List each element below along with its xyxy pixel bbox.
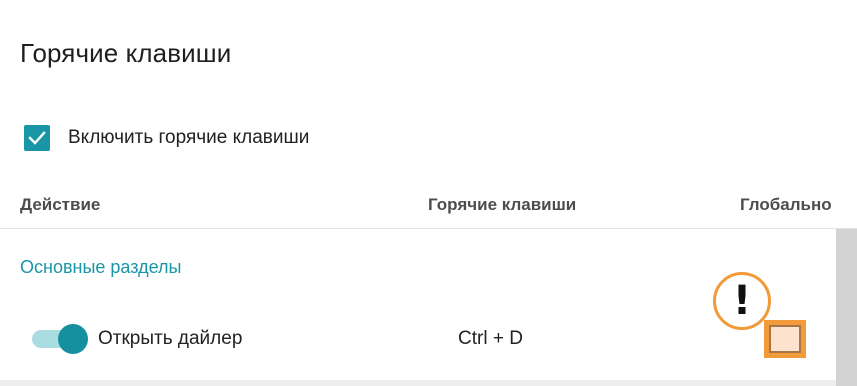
enable-hotkeys-label: Включить горячие клавиши [68, 127, 310, 148]
exclamation-mark: ! [732, 278, 752, 324]
toggle-thumb [58, 324, 88, 354]
scrollbar-thumb[interactable] [836, 229, 857, 386]
check-icon [28, 131, 46, 145]
hotkey-row-open-dialer: Открыть дайлер Ctrl + D ! [0, 272, 836, 380]
section-title-main: Основные разделы [20, 257, 182, 277]
enable-hotkeys-row[interactable]: Включить горячие клавиши [24, 124, 309, 152]
column-header-action: Действие [20, 195, 101, 214]
enable-hotkeys-checkbox[interactable] [24, 125, 50, 151]
open-dialer-toggle[interactable] [32, 324, 88, 354]
hotkey-action-label: Открыть дайлер [98, 328, 243, 349]
scrollbar-track[interactable] [836, 229, 857, 386]
next-row-band [0, 380, 836, 386]
warning-callout-icon: ! [713, 272, 771, 330]
hotkey-keys-value[interactable]: Ctrl + D [458, 328, 523, 350]
column-header-global: Глобально [740, 195, 832, 214]
global-checkbox-highlighted[interactable] [764, 320, 806, 358]
page-title: Горячие клавиши [20, 38, 232, 68]
column-header-hotkeys: Горячие клавиши [428, 195, 577, 214]
global-checkbox[interactable] [769, 325, 801, 353]
header-divider [0, 228, 857, 229]
